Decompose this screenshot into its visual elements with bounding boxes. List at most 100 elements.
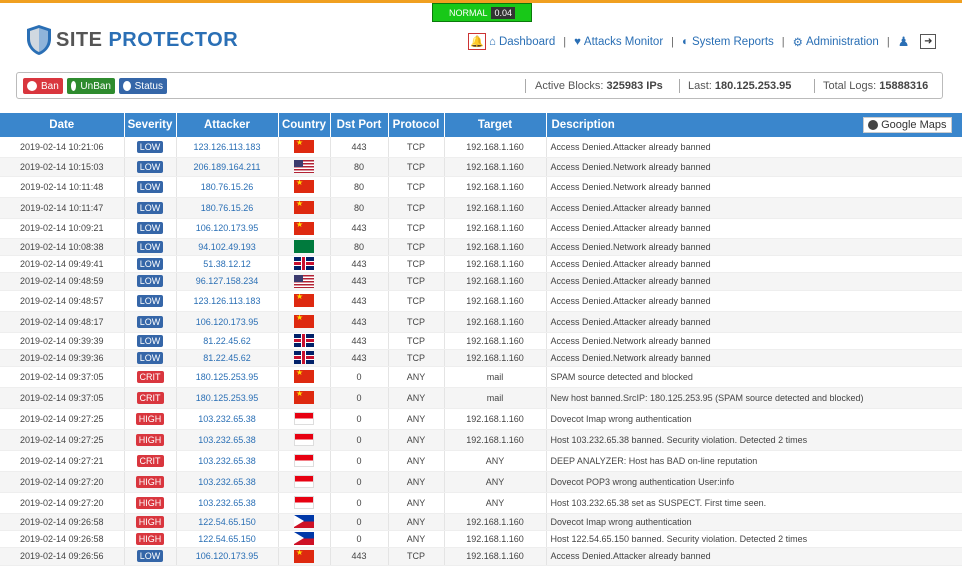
severity-badge: LOW — [136, 240, 164, 253]
bell-icon[interactable]: 🔔 — [468, 33, 486, 50]
table-row[interactable]: 2019-02-14 10:11:47 LOW 180.76.15.26 80TCP1… — [0, 197, 962, 219]
cell-target: 192.168.1.160 — [444, 530, 547, 548]
shield-icon — [27, 25, 51, 55]
table-row[interactable]: 2019-02-14 09:27:20 HIGH 103.232.65.38 0 ANY… — [0, 471, 962, 493]
cell-date: 2019-02-14 10:21:06 — [0, 137, 125, 158]
table-row[interactable]: 2019-02-14 10:08:38 LOW 94.102.49.193 80 TCP… — [0, 238, 962, 256]
cell-description: Access Denied.Network already banned — [546, 238, 962, 256]
cn-flag-icon — [294, 140, 314, 154]
cell-date: 2019-02-14 09:26:58 — [0, 513, 125, 531]
table-row[interactable]: 2019-02-14 10:21:06 LOW 123.126.113.183 443… — [0, 137, 962, 158]
active-blocks-stat: Active Blocks: 325983 IPs — [535, 80, 663, 92]
cell-attacker-link[interactable]: 103.232.65.38 — [176, 429, 279, 451]
ban-button[interactable]: Ban — [23, 78, 63, 94]
cell-date: 2019-02-14 09:48:17 — [0, 311, 125, 333]
home-icon: ⌂ — [489, 35, 496, 48]
cell-attacker-link[interactable]: 123.126.113.183 — [176, 137, 279, 158]
cell-attacker-link[interactable]: 180.125.253.95 — [176, 366, 279, 388]
cn-flag-icon — [294, 370, 314, 383]
table-row[interactable]: 2019-02-14 09:27:25 HIGH 103.232.65.38 0 ANY… — [0, 408, 962, 430]
table-row[interactable]: 2019-02-14 10:15:03 LOW 206.189.164.211 80 T… — [0, 157, 962, 177]
cell-country — [278, 492, 331, 514]
severity-badge: HIGH — [135, 496, 165, 509]
table-row[interactable]: 2019-02-14 10:09:21 LOW 106.120.173.95 443T… — [0, 218, 962, 239]
nav-system-reports[interactable]: ◐ System Reports — [682, 36, 774, 48]
cell-attacker-link[interactable]: 103.232.65.38 — [176, 408, 279, 430]
cell-date: 2019-02-14 09:27:20 — [0, 471, 125, 493]
table-row[interactable]: 2019-02-14 09:48:17 LOW 106.120.173.95 443T… — [0, 311, 962, 333]
table-row[interactable]: 2019-02-14 09:48:59 LOW 96.127.158.234 443 T… — [0, 272, 962, 291]
cell-target: ANY — [444, 492, 547, 514]
table-row[interactable]: 2019-02-14 09:27:25 HIGH 103.232.65.38 0 ANY… — [0, 429, 962, 451]
cell-protocol: TCP — [388, 157, 445, 177]
cell-attacker-link[interactable]: 106.120.173.95 — [176, 218, 279, 239]
logout-icon: ➜ — [920, 34, 937, 49]
cell-attacker-link[interactable]: 122.54.65.150 — [176, 513, 279, 531]
severity-badge: LOW — [136, 334, 164, 347]
cell-attacker-link[interactable]: 180.125.253.95 — [176, 387, 279, 409]
cell-target: 192.168.1.160 — [444, 290, 547, 312]
nav-administration-label: Administration — [805, 35, 879, 48]
nav-administration[interactable]: ⚙ Administration — [793, 35, 879, 49]
table-row[interactable]: 2019-02-14 09:26:58 HIGH 122.54.65.150 0 ANY… — [0, 513, 962, 531]
nav-dashboard[interactable]: ⌂ Dashboard — [489, 36, 555, 48]
cell-attacker-link[interactable]: 180.76.15.26 — [176, 176, 279, 198]
user-menu[interactable]: ♟ — [898, 34, 913, 50]
cell-attacker-link[interactable]: 103.232.65.38 — [176, 492, 279, 514]
table-row[interactable]: 2019-02-14 09:37:05 CRIT 180.125.253.95 0AN… — [0, 387, 962, 409]
cell-severity: LOW — [124, 332, 177, 350]
col-header-date[interactable]: Date — [0, 113, 125, 137]
severity-badge: HIGH — [135, 412, 165, 425]
col-header-attacker[interactable]: Attacker — [176, 113, 279, 137]
cell-description: Access Denied.Network already banned — [546, 349, 962, 367]
cell-dst-port: 80 — [330, 157, 389, 177]
col-header-target[interactable]: Target — [444, 113, 547, 137]
minus-circle-icon — [71, 81, 77, 91]
table-row[interactable]: 2019-02-14 09:48:57 LOW 123.126.113.183 443… — [0, 290, 962, 312]
cell-target: mail — [444, 366, 547, 388]
cell-attacker-link[interactable]: 123.126.113.183 — [176, 290, 279, 312]
col-header-protocol[interactable]: Protocol — [388, 113, 445, 137]
cell-protocol: TCP — [388, 311, 445, 333]
cell-attacker-link[interactable]: 81.22.45.62 — [176, 332, 279, 350]
logout-button[interactable]: ➜ — [920, 34, 937, 49]
unban-button[interactable]: UnBan — [67, 78, 115, 94]
threat-level-indicator: NORMAL 0.04 — [432, 3, 532, 22]
table-row[interactable]: 2019-02-14 09:37:05 CRIT 180.125.253.95 0AN… — [0, 366, 962, 388]
table-row[interactable]: 2019-02-14 09:26:58 HIGH 122.54.65.150 0 ANY… — [0, 530, 962, 548]
cell-severity: LOW — [124, 349, 177, 367]
cell-attacker-link[interactable]: 96.127.158.234 — [176, 272, 279, 291]
severity-badge: HIGH — [135, 475, 165, 488]
question-circle-icon — [123, 81, 131, 91]
col-header-country[interactable]: Country — [278, 113, 331, 137]
table-row[interactable]: 2019-02-14 09:26:56 LOW 106.120.173.95 443T… — [0, 547, 962, 566]
google-maps-button[interactable]: Google Maps — [863, 117, 952, 133]
table-row[interactable]: 2019-02-14 09:39:36 LOW 81.22.45.62 443 TCP 1… — [0, 349, 962, 367]
col-header-description[interactable]: Description Google Maps — [546, 113, 962, 137]
cell-date: 2019-02-14 09:27:25 — [0, 408, 125, 430]
table-row[interactable]: 2019-02-14 09:27:21 CRIT 103.232.65.38 0 ANY… — [0, 450, 962, 472]
col-header-dst-port[interactable]: Dst Port — [330, 113, 389, 137]
cell-attacker-link[interactable]: 51.38.12.12 — [176, 255, 279, 273]
table-row[interactable]: 2019-02-14 10:11:48 LOW 180.76.15.26 80TCP1… — [0, 176, 962, 198]
site-protector-logo[interactable]: SITE PROTECTOR — [26, 24, 238, 56]
ph-flag-icon — [294, 515, 314, 528]
cell-attacker-link[interactable]: 180.76.15.26 — [176, 197, 279, 219]
cell-target: ANY — [444, 450, 547, 472]
col-header-severity[interactable]: Severity — [124, 113, 177, 137]
table-row[interactable]: 2019-02-14 09:49:41 LOW 51.38.12.12 443 TCP 1… — [0, 255, 962, 273]
status-button[interactable]: Status — [119, 78, 167, 94]
cell-severity: HIGH — [124, 530, 177, 548]
cell-attacker-link[interactable]: 106.120.173.95 — [176, 311, 279, 333]
cell-attacker-link[interactable]: 122.54.65.150 — [176, 530, 279, 548]
cell-attacker-link[interactable]: 94.102.49.193 — [176, 238, 279, 256]
table-row[interactable]: 2019-02-14 09:39:39 LOW 81.22.45.62 443 TCP 1… — [0, 332, 962, 350]
cell-attacker-link[interactable]: 103.232.65.38 — [176, 471, 279, 493]
us-flag-icon — [294, 160, 314, 173]
table-row[interactable]: 2019-02-14 09:27:20 HIGH 103.232.65.38 0 ANY… — [0, 492, 962, 514]
cell-attacker-link[interactable]: 103.232.65.38 — [176, 450, 279, 472]
cell-attacker-link[interactable]: 206.189.164.211 — [176, 157, 279, 177]
nav-attacks-monitor[interactable]: ♥ Attacks Monitor — [574, 36, 663, 48]
cell-attacker-link[interactable]: 106.120.173.95 — [176, 547, 279, 566]
cell-attacker-link[interactable]: 81.22.45.62 — [176, 349, 279, 367]
